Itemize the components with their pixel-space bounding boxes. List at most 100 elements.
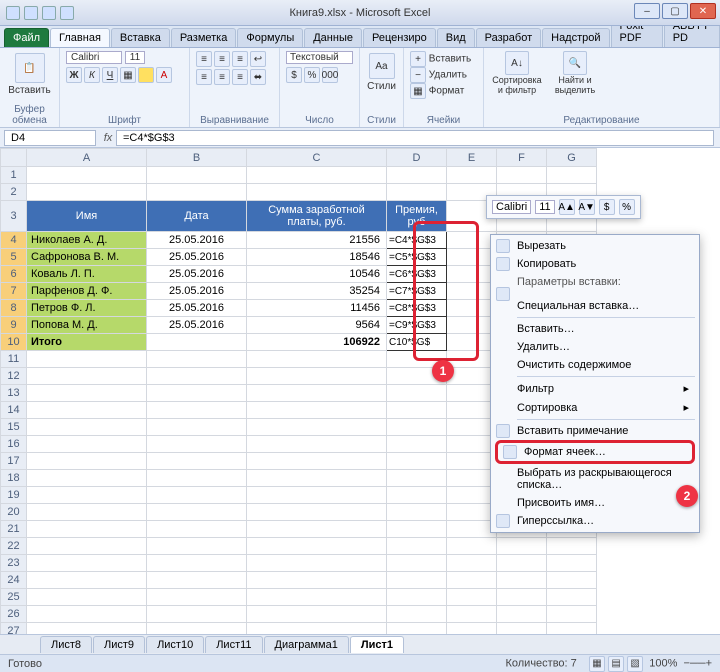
cell[interactable] bbox=[27, 453, 147, 470]
cell[interactable] bbox=[247, 167, 387, 184]
cell[interactable] bbox=[247, 606, 387, 623]
row-header[interactable]: 26 bbox=[1, 606, 27, 623]
cell[interactable] bbox=[27, 368, 147, 385]
sheet-tab[interactable]: Лист10 bbox=[146, 636, 204, 653]
col-header[interactable]: A bbox=[27, 149, 147, 167]
find-select-icon[interactable]: 🔍 bbox=[563, 51, 587, 75]
tab-layout[interactable]: Разметка bbox=[171, 28, 237, 47]
cell[interactable] bbox=[447, 283, 497, 300]
ctx-filter[interactable]: Фильтр▸ bbox=[491, 379, 699, 398]
row-header[interactable]: 22 bbox=[1, 538, 27, 555]
cell-formula[interactable]: =C7*$G$3 bbox=[387, 283, 447, 300]
row-header[interactable]: 2 bbox=[1, 184, 27, 201]
cell-sum[interactable]: 18546 bbox=[247, 249, 387, 266]
cell[interactable] bbox=[247, 538, 387, 555]
cells-format[interactable]: ▦ Формат bbox=[410, 83, 477, 99]
cell[interactable] bbox=[447, 167, 497, 184]
cell[interactable] bbox=[447, 317, 497, 334]
cell[interactable] bbox=[447, 232, 497, 249]
cell-formula[interactable]: =C6*$G$3 bbox=[387, 266, 447, 283]
cell[interactable] bbox=[147, 470, 247, 487]
row-header[interactable]: 24 bbox=[1, 572, 27, 589]
cell-date[interactable]: 25.05.2016 bbox=[147, 317, 247, 334]
cell[interactable] bbox=[147, 555, 247, 572]
ctx-hyperlink[interactable]: Гиперссылка… bbox=[491, 512, 699, 530]
cell[interactable] bbox=[27, 555, 147, 572]
cell[interactable] bbox=[27, 572, 147, 589]
comma-icon[interactable]: 000 bbox=[322, 67, 338, 83]
font-size[interactable]: 11 bbox=[125, 51, 145, 64]
align-left-icon[interactable]: ≡ bbox=[196, 69, 212, 85]
col-header[interactable]: E bbox=[447, 149, 497, 167]
tab-formulas[interactable]: Формулы bbox=[237, 28, 303, 47]
sheet-tab[interactable]: Диаграмма1 bbox=[264, 636, 349, 653]
find-select-label[interactable]: Найти и выделить bbox=[550, 75, 600, 95]
cell-formula[interactable]: =C9*$G$3 bbox=[387, 317, 447, 334]
cell[interactable] bbox=[27, 589, 147, 606]
align-top-icon[interactable]: ≡ bbox=[196, 51, 212, 67]
cell-date[interactable]: 25.05.2016 bbox=[147, 232, 247, 249]
currency-icon[interactable]: $ bbox=[286, 67, 302, 83]
row-header[interactable]: 11 bbox=[1, 351, 27, 368]
ctx-pick-list[interactable]: Выбрать из раскрывающегося списка… bbox=[491, 464, 699, 494]
align-bot-icon[interactable]: ≡ bbox=[232, 51, 248, 67]
cell[interactable] bbox=[387, 167, 447, 184]
row-header[interactable]: 20 bbox=[1, 504, 27, 521]
tab-addins[interactable]: Надстрой bbox=[542, 28, 609, 47]
header-bonus[interactable]: Премия, руб bbox=[387, 201, 447, 232]
cell[interactable] bbox=[447, 555, 497, 572]
cell[interactable] bbox=[147, 606, 247, 623]
mini-shrink-icon[interactable]: A▼ bbox=[579, 199, 595, 215]
mini-font[interactable]: Calibri bbox=[492, 200, 531, 214]
ctx-sort[interactable]: Сортировка▸ bbox=[491, 398, 699, 417]
cell-name[interactable]: Николаев А. Д. bbox=[27, 232, 147, 249]
paste-icon[interactable]: 📋 bbox=[15, 53, 45, 83]
cells-delete[interactable]: − Удалить bbox=[410, 67, 477, 83]
cell-formula[interactable]: =C4*$G$3 bbox=[387, 232, 447, 249]
cell[interactable] bbox=[447, 504, 497, 521]
view-normal-icon[interactable]: ▦ bbox=[589, 656, 605, 672]
cell[interactable] bbox=[387, 504, 447, 521]
cell-sum[interactable]: 11456 bbox=[247, 300, 387, 317]
cell[interactable] bbox=[247, 351, 387, 368]
italic-icon[interactable]: К bbox=[84, 67, 100, 83]
percent-icon[interactable]: % bbox=[304, 67, 320, 83]
ctx-cut[interactable]: Вырезать bbox=[491, 237, 699, 255]
tab-review[interactable]: Рецензиро bbox=[363, 28, 436, 47]
cell[interactable] bbox=[387, 184, 447, 201]
cell[interactable] bbox=[147, 487, 247, 504]
cell[interactable] bbox=[27, 167, 147, 184]
cell[interactable] bbox=[447, 419, 497, 436]
cell[interactable] bbox=[497, 167, 547, 184]
row-header[interactable]: 10 bbox=[1, 334, 27, 351]
cell[interactable] bbox=[497, 589, 547, 606]
cell-total-label[interactable]: Итого bbox=[27, 334, 147, 351]
cell[interactable] bbox=[247, 521, 387, 538]
cell[interactable] bbox=[447, 453, 497, 470]
cell[interactable] bbox=[27, 538, 147, 555]
tab-view[interactable]: Вид bbox=[437, 28, 475, 47]
row-header[interactable]: 16 bbox=[1, 436, 27, 453]
maximize-button[interactable]: ▢ bbox=[662, 3, 688, 19]
underline-icon[interactable]: Ч bbox=[102, 67, 118, 83]
zoom-in-button[interactable]: + bbox=[706, 657, 712, 669]
wrap-icon[interactable]: ↩ bbox=[250, 51, 266, 67]
cell-total-sum[interactable]: 106922 bbox=[247, 334, 387, 351]
align-right-icon[interactable]: ≡ bbox=[232, 69, 248, 85]
cell[interactable] bbox=[27, 436, 147, 453]
cell[interactable] bbox=[27, 521, 147, 538]
cell[interactable] bbox=[147, 368, 247, 385]
ctx-delete[interactable]: Удалить… bbox=[491, 338, 699, 356]
cell[interactable] bbox=[387, 589, 447, 606]
cell-formula[interactable]: =C5*$G$3 bbox=[387, 249, 447, 266]
cell[interactable] bbox=[547, 167, 597, 184]
cell-name[interactable]: Сафронова В. М. bbox=[27, 249, 147, 266]
ctx-insert[interactable]: Вставить… bbox=[491, 320, 699, 338]
cell[interactable] bbox=[27, 419, 147, 436]
border-icon[interactable]: ▦ bbox=[120, 67, 136, 83]
cell-date[interactable]: 25.05.2016 bbox=[147, 249, 247, 266]
cell[interactable] bbox=[247, 436, 387, 453]
cell-name[interactable]: Попова М. Д. bbox=[27, 317, 147, 334]
cell[interactable] bbox=[387, 572, 447, 589]
cell[interactable] bbox=[497, 538, 547, 555]
